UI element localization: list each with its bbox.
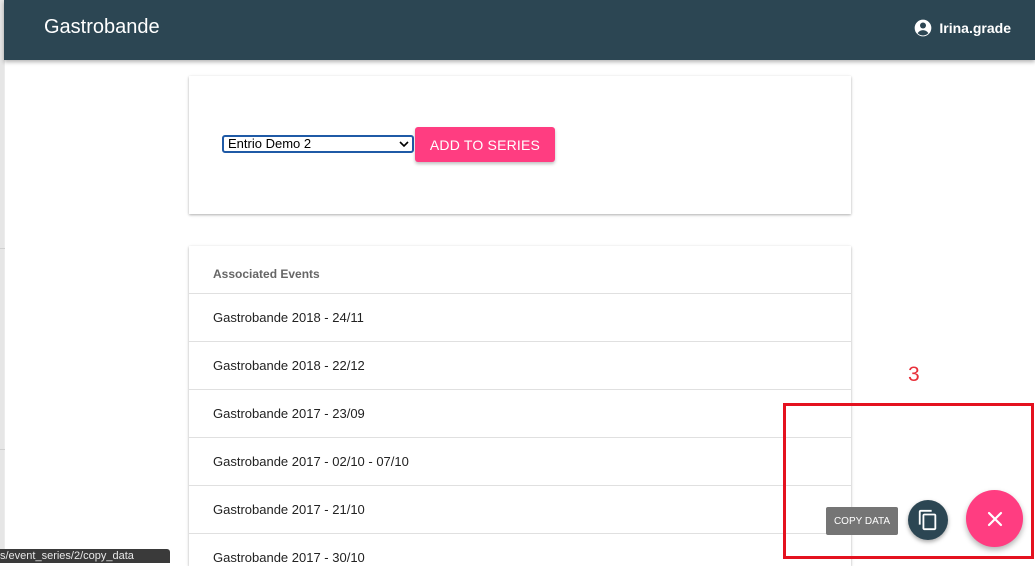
- add-series-card: Entrio Demo 2 ADD TO SERIES: [189, 76, 851, 214]
- event-list-item[interactable]: Gastrobande 2017 - 02/10 - 07/10: [189, 438, 851, 486]
- copy-icon: [918, 509, 937, 531]
- close-icon: [987, 511, 1002, 526]
- associated-events-header: Associated Events: [189, 246, 851, 294]
- associated-events-card: Associated Events Gastrobande 2018 - 24/…: [189, 246, 851, 566]
- event-select-value: Entrio Demo 2: [228, 136, 312, 151]
- event-select[interactable]: Entrio Demo 2: [222, 135, 414, 153]
- event-list-item[interactable]: Gastrobande 2018 - 24/11: [189, 294, 851, 342]
- user-menu[interactable]: Irina.grade: [913, 18, 1011, 38]
- copy-data-tooltip: COPY DATA: [826, 507, 898, 535]
- copy-data-button[interactable]: [908, 500, 948, 540]
- chevron-down-icon: [399, 141, 409, 148]
- app-title: Gastrobande: [44, 16, 160, 38]
- event-list-item[interactable]: Gastrobande 2017 - 21/10: [189, 486, 851, 534]
- add-to-series-button[interactable]: ADD TO SERIES: [415, 127, 555, 162]
- left-divider: [4, 60, 5, 561]
- close-fab-button[interactable]: [966, 490, 1023, 547]
- annotation-number: 3: [908, 363, 920, 386]
- left-divider-mark: [0, 449, 5, 450]
- event-list-item[interactable]: Gastrobande 2017 - 30/10: [189, 534, 851, 566]
- left-divider-mark: [0, 248, 5, 249]
- event-list-item[interactable]: Gastrobande 2017 - 23/09: [189, 390, 851, 438]
- event-list-item[interactable]: Gastrobande 2018 - 22/12: [189, 342, 851, 390]
- account-circle-icon: [915, 19, 932, 37]
- username: Irina.grade: [939, 20, 1011, 36]
- app-bar: Gastrobande Irina.grade: [4, 0, 1035, 60]
